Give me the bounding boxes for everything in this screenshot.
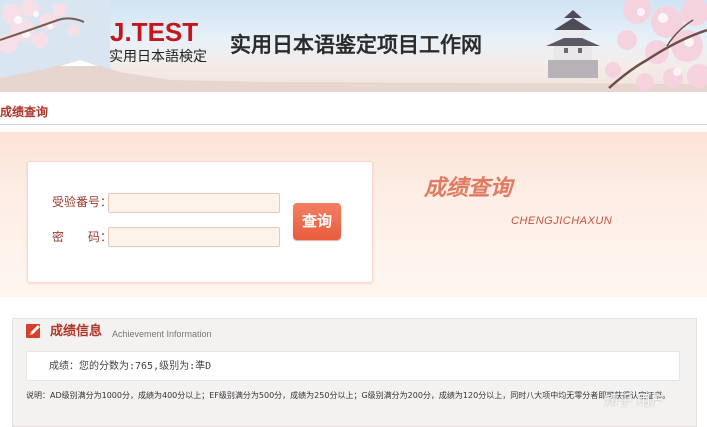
logo-sub-text: 实用日本語検定 bbox=[109, 49, 207, 65]
score-text: 成绩：您的分数为:765,级别为:準D bbox=[49, 361, 212, 372]
password-label: 密 码： bbox=[52, 230, 113, 244]
header-banner: J.TEST 实用日本語検定 实用日本语鉴定项目工作网 bbox=[0, 0, 707, 92]
password-input[interactable] bbox=[108, 227, 280, 247]
site-title: 实用日本语鉴定项目工作网 bbox=[230, 33, 482, 57]
exam-number-input[interactable] bbox=[108, 193, 280, 213]
score-explanation-note: 说明：AD级别满分为1000分，成绩为400分以上；EF级别满分为500分，成绩… bbox=[26, 391, 671, 400]
score-box: 成绩：您的分数为:765,级别为:準D bbox=[26, 351, 680, 381]
query-button[interactable]: 查询 bbox=[293, 203, 341, 240]
edit-pencil-icon bbox=[26, 324, 40, 338]
exam-number-label: 受验番号： bbox=[52, 195, 113, 209]
breadcrumb-divider bbox=[0, 124, 707, 125]
decorative-title: 成绩查询 bbox=[424, 176, 513, 201]
jtest-logo[interactable]: J.TEST 实用日本語検定 bbox=[106, 18, 218, 72]
decorative-subtitle: CHENGJICHAXUN bbox=[511, 215, 613, 227]
breadcrumb: 成绩查询 bbox=[0, 105, 49, 119]
logo-main-text: J.TEST bbox=[110, 17, 199, 47]
cherry-blossom-right-image bbox=[605, 0, 707, 91]
watermark: 知乎 用户 bbox=[604, 393, 665, 409]
result-title-english: Achievement Information bbox=[112, 329, 212, 339]
result-title: 成绩信息 bbox=[50, 324, 103, 339]
